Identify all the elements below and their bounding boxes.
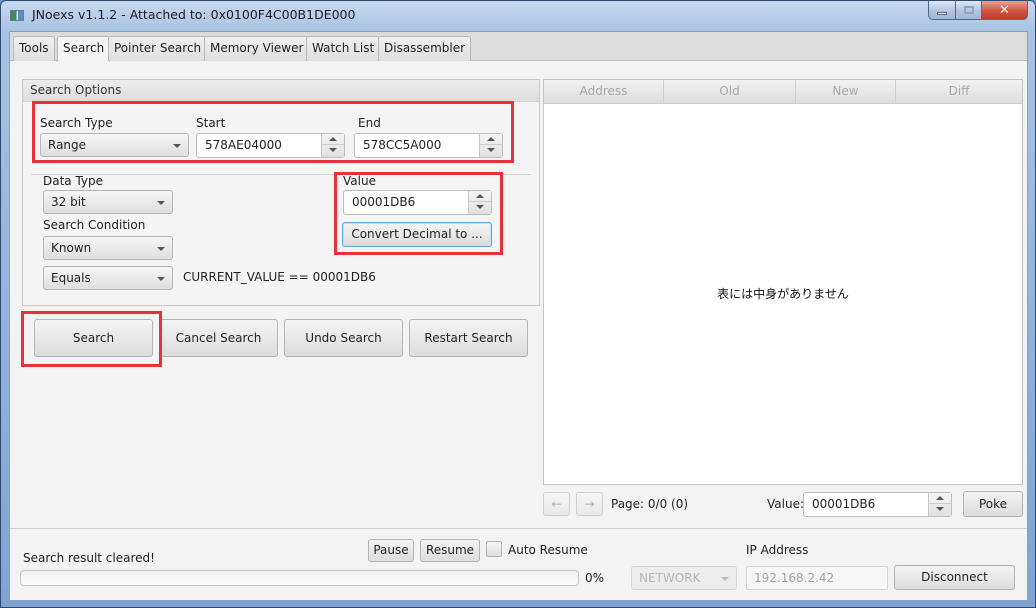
chevron-down-icon: [157, 277, 165, 281]
divider: [31, 174, 531, 175]
poke-spinner-buttons: [928, 493, 951, 516]
value-value: 00001DB6: [352, 195, 416, 209]
comparison-value: Equals: [51, 271, 91, 285]
client-area: Tools Search Pointer Search Memory Viewe…: [9, 31, 1028, 601]
status-message: Search result cleared!: [23, 551, 155, 565]
resume-button[interactable]: Resume: [420, 539, 480, 562]
page-indicator: Page: 0/0 (0): [611, 497, 689, 511]
app-window: JNoexs v1.1.2 - Attached to: 0x0100F4C00…: [0, 0, 1036, 608]
ip-address-label: IP Address: [746, 543, 809, 557]
end-spinner-buttons: [479, 134, 502, 157]
app-icon: [10, 10, 24, 21]
data-type-select[interactable]: 32 bit: [43, 190, 173, 214]
data-type-label: Data Type: [43, 174, 104, 188]
poke-button[interactable]: Poke: [963, 491, 1023, 517]
undo-search-button[interactable]: Undo Search: [284, 319, 403, 357]
tab-label: Pointer Search: [114, 41, 202, 55]
tab-label: Disassembler: [384, 41, 466, 55]
poke-value-value: 00001DB6: [812, 497, 876, 511]
cancel-search-button[interactable]: Cancel Search: [159, 319, 278, 357]
tab-disassembler[interactable]: Disassembler: [378, 36, 472, 61]
previous-page-button[interactable]: ←: [543, 492, 570, 516]
end-address-value: 578CC5A000: [363, 138, 442, 152]
start-spinner-buttons: [321, 134, 344, 157]
comparison-select[interactable]: Equals: [43, 266, 173, 290]
data-type-value: 32 bit: [51, 195, 86, 209]
start-address-input[interactable]: 578AE04000: [196, 133, 345, 158]
decrement-icon[interactable]: [480, 145, 502, 156]
maximize-button[interactable]: [956, 1, 982, 20]
value-input[interactable]: 00001DB6: [343, 190, 492, 215]
tab-watch-list[interactable]: Watch List: [306, 36, 381, 61]
tab-bar: Tools Search Pointer Search Memory Viewe…: [10, 32, 1027, 62]
minimize-icon: [937, 11, 947, 15]
search-condition-select[interactable]: Known: [43, 236, 173, 260]
table-header: Address Old New Diff: [544, 80, 1022, 104]
tab-tools[interactable]: Tools: [13, 36, 55, 61]
tab-label: Memory Viewer: [210, 41, 304, 55]
arrow-right-icon: →: [584, 497, 595, 511]
search-type-select[interactable]: Range: [40, 133, 189, 157]
auto-resume-label: Auto Resume: [508, 543, 588, 557]
poke-value-label: Value:: [767, 497, 804, 511]
end-address-input[interactable]: 578CC5A000: [354, 133, 503, 158]
increment-icon[interactable]: [929, 493, 951, 504]
pause-button[interactable]: Pause: [368, 539, 414, 562]
value-label: Value: [343, 174, 376, 188]
ip-address-input[interactable]: 192.168.2.42: [746, 566, 888, 590]
window-title: JNoexs v1.1.2 - Attached to: 0x0100F4C00…: [32, 7, 356, 22]
increment-icon[interactable]: [469, 191, 491, 202]
close-button[interactable]: ✕: [982, 1, 1028, 20]
tab-search[interactable]: Search: [57, 36, 111, 62]
restart-search-button[interactable]: Restart Search: [409, 319, 528, 357]
decrement-icon[interactable]: [929, 504, 951, 515]
chevron-down-icon: [157, 247, 165, 251]
increment-icon[interactable]: [480, 134, 502, 145]
decrement-icon[interactable]: [469, 202, 491, 213]
decrement-icon[interactable]: [322, 145, 344, 156]
tab-label: Search: [63, 41, 105, 55]
auto-resume-checkbox[interactable]: [486, 541, 502, 557]
connection-mode-value: NETWORK: [639, 571, 701, 585]
tab-pointer-search[interactable]: Pointer Search: [108, 36, 208, 61]
condition-expression: CURRENT_VALUE == 00001DB6: [183, 270, 376, 284]
window-controls: ✕: [928, 1, 1028, 21]
maximize-icon: [963, 6, 974, 14]
minimize-button[interactable]: [928, 1, 956, 20]
search-condition-label: Search Condition: [43, 218, 146, 232]
tab-label: Tools: [19, 41, 49, 55]
close-icon: ✕: [999, 2, 1010, 18]
tab-memory-viewer[interactable]: Memory Viewer: [204, 36, 310, 61]
search-type-value: Range: [48, 138, 87, 152]
next-page-button[interactable]: →: [576, 492, 603, 516]
column-header-new[interactable]: New: [796, 80, 896, 104]
chevron-down-icon: [157, 201, 165, 205]
column-header-old[interactable]: Old: [664, 80, 796, 104]
search-progress-bar: [20, 570, 579, 586]
search-type-label: Search Type: [40, 116, 113, 130]
empty-table-message: 表には中身がありません: [717, 287, 849, 301]
search-button[interactable]: Search: [34, 319, 153, 357]
column-header-address[interactable]: Address: [544, 80, 664, 104]
search-condition-value: Known: [51, 241, 92, 255]
chevron-down-icon: [173, 144, 181, 148]
value-spinner-buttons: [468, 191, 491, 214]
disconnect-button[interactable]: Disconnect: [894, 565, 1015, 590]
connection-mode-select[interactable]: NETWORK: [631, 566, 737, 590]
tab-label: Watch List: [312, 41, 375, 55]
divider: [10, 528, 1027, 529]
increment-icon[interactable]: [322, 134, 344, 145]
end-label: End: [358, 116, 381, 130]
convert-decimal-button[interactable]: Convert Decimal to ...: [342, 222, 492, 247]
search-options-header: Search Options: [23, 80, 539, 102]
results-table[interactable]: Address Old New Diff 表には中身がありません: [543, 79, 1023, 485]
poke-value-input[interactable]: 00001DB6: [803, 492, 952, 517]
start-address-value: 578AE04000: [205, 138, 282, 152]
progress-percent: 0%: [585, 571, 605, 585]
column-header-diff[interactable]: Diff: [896, 80, 1022, 104]
chevron-down-icon: [721, 577, 729, 581]
title-bar[interactable]: JNoexs v1.1.2 - Attached to: 0x0100F4C00…: [1, 1, 1035, 31]
start-label: Start: [196, 116, 226, 130]
arrow-left-icon: ←: [551, 497, 562, 511]
